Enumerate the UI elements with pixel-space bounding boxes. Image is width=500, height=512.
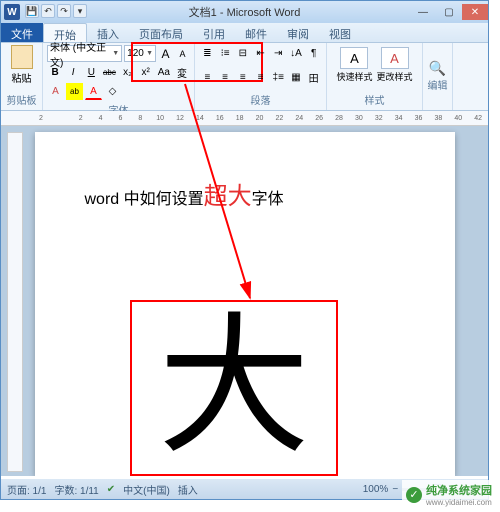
change-styles-icon: A <box>381 47 409 69</box>
undo-icon[interactable]: ↶ <box>41 4 55 18</box>
tab-view[interactable]: 视图 <box>319 23 361 42</box>
annotation-big-char-box: 大 <box>130 300 338 476</box>
close-button[interactable]: ✕ <box>462 4 488 20</box>
font-name-select[interactable]: 宋体 (中文正文)▼ <box>47 45 122 62</box>
text-effects-button[interactable]: A <box>47 83 64 100</box>
redo-icon[interactable]: ↷ <box>57 4 71 18</box>
watermark-url: www.yidaimei.com <box>426 498 492 507</box>
status-language[interactable]: 中文(中国) <box>123 482 170 497</box>
align-right-button[interactable]: ≡ <box>234 69 251 86</box>
zoom-level[interactable]: 100% <box>363 484 389 495</box>
quick-styles-icon: A <box>340 47 368 69</box>
phonetic-button[interactable]: 変 <box>174 64 190 81</box>
highlight-button[interactable]: ab <box>66 83 83 100</box>
change-styles-button[interactable]: A更改样式 <box>377 47 413 83</box>
quick-access-toolbar: W 💾 ↶ ↷ ▾ <box>1 4 87 20</box>
multilevel-button[interactable]: ⊟ <box>234 45 251 62</box>
status-insert-mode[interactable]: 插入 <box>178 482 198 497</box>
tab-file[interactable]: 文件 <box>1 23 43 42</box>
case-button[interactable]: Aa <box>156 64 172 81</box>
bullets-button[interactable]: ≣ <box>199 45 216 62</box>
paste-button[interactable]: 粘贴 <box>5 45 38 85</box>
window-title: 文档1 - Microsoft Word <box>189 4 301 20</box>
group-clipboard: 粘贴 剪贴板 <box>1 43 43 110</box>
big-char: 大 <box>158 312 310 464</box>
font-size-select[interactable]: 120▼ <box>124 45 156 62</box>
status-words[interactable]: 字数: 1/11 <box>54 482 98 497</box>
status-spell-icon[interactable]: ✔ <box>107 484 115 495</box>
tab-layout[interactable]: 页面布局 <box>129 23 193 42</box>
superscript-button[interactable]: x² <box>138 64 154 81</box>
watermark-brand: 纯净系统家园 <box>426 482 492 498</box>
bold-button[interactable]: B <box>47 64 63 81</box>
paste-label: 粘贴 <box>12 70 32 85</box>
headline-text: word 中如何设置超大字体 <box>85 176 405 211</box>
ribbon: 粘贴 剪贴板 宋体 (中文正文)▼ 120▼ A A B I U abc x₂ … <box>1 43 488 111</box>
find-icon[interactable]: 🔍 <box>429 60 446 77</box>
titlebar: W 💾 ↶ ↷ ▾ 文档1 - Microsoft Word — ▢ ✕ <box>1 1 488 23</box>
zoom-out-button[interactable]: − <box>392 484 398 495</box>
window-controls: — ▢ ✕ <box>410 4 488 20</box>
tab-review[interactable]: 审阅 <box>277 23 319 42</box>
borders-button[interactable]: 田 <box>305 69 322 86</box>
group-label-editing: 编辑 <box>428 77 448 93</box>
maximize-button[interactable]: ▢ <box>436 4 462 20</box>
group-label-paragraph: 段落 <box>199 92 322 108</box>
horizontal-ruler[interactable]: 224681012141618202224262830323436384042 <box>1 111 488 126</box>
grow-font-icon[interactable]: A <box>158 45 173 62</box>
align-center-button[interactable]: ≡ <box>217 69 234 86</box>
decrease-indent-button[interactable]: ⇤ <box>252 45 269 62</box>
vertical-ruler[interactable] <box>7 132 23 472</box>
group-paragraph: ≣ ⁝≡ ⊟ ⇤ ⇥ ↓A ¶ ≡ ≡ ≡ ≡ ‡≡ ▦ 田 段落 <box>195 43 327 110</box>
sort-button[interactable]: ↓A <box>288 45 305 62</box>
italic-button[interactable]: I <box>65 64 81 81</box>
subscript-button[interactable]: x₂ <box>120 64 136 81</box>
paste-icon <box>11 45 33 69</box>
strike-button[interactable]: abc <box>101 64 117 81</box>
clear-format-button[interactable]: ◇ <box>104 83 121 100</box>
font-color-button[interactable]: A <box>85 83 102 100</box>
watermark-icon: ✓ <box>406 487 422 503</box>
tab-mailings[interactable]: 邮件 <box>235 23 277 42</box>
tab-references[interactable]: 引用 <box>193 23 235 42</box>
word-logo-icon[interactable]: W <box>4 4 20 20</box>
justify-button[interactable]: ≡ <box>252 69 269 86</box>
quick-styles-button[interactable]: A快速样式 <box>336 47 372 83</box>
group-label-styles: 样式 <box>365 92 385 108</box>
align-left-button[interactable]: ≡ <box>199 69 216 86</box>
group-editing: 🔍 编辑 <box>423 43 453 110</box>
status-page[interactable]: 页面: 1/1 <box>7 482 46 497</box>
minimize-button[interactable]: — <box>410 4 436 20</box>
shading-button[interactable]: ▦ <box>288 69 305 86</box>
show-marks-button[interactable]: ¶ <box>305 45 322 62</box>
group-label-clipboard: 剪贴板 <box>5 92 38 108</box>
group-styles: A快速样式 A更改样式 样式 <box>327 43 423 110</box>
increase-indent-button[interactable]: ⇥ <box>270 45 287 62</box>
qat-more-icon[interactable]: ▾ <box>73 4 87 18</box>
watermark: ✓ 纯净系统家园 www.yidaimei.com <box>402 480 496 509</box>
numbering-button[interactable]: ⁝≡ <box>217 45 234 62</box>
save-icon[interactable]: 💾 <box>25 4 39 18</box>
shrink-font-icon[interactable]: A <box>175 45 190 62</box>
underline-button[interactable]: U <box>83 64 99 81</box>
group-font: 宋体 (中文正文)▼ 120▼ A A B I U abc x₂ x² Aa 変… <box>43 43 195 110</box>
line-spacing-button[interactable]: ‡≡ <box>270 69 287 86</box>
